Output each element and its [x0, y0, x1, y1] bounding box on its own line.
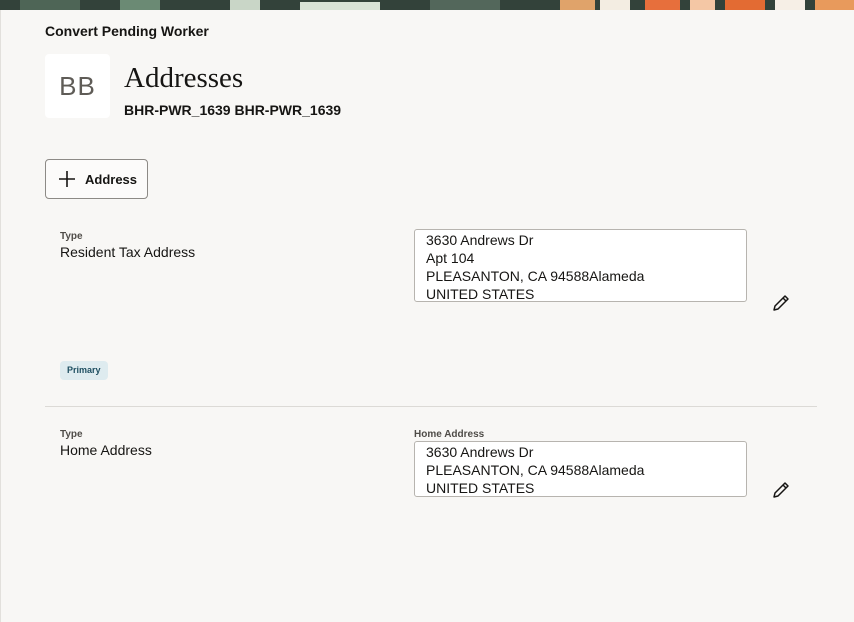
- pencil-icon: [771, 293, 791, 318]
- primary-badge: Primary: [60, 361, 108, 380]
- address-line: UNITED STATES: [426, 480, 535, 496]
- page-label: Convert Pending Worker: [45, 23, 209, 39]
- address-line: UNITED STATES: [426, 286, 535, 302]
- pencil-icon: [771, 480, 791, 505]
- type-value: Home Address: [60, 442, 152, 458]
- avatar: BB: [45, 54, 110, 118]
- address-display: 3630 Andrews Dr Apt 104 PLEASANTON, CA 9…: [414, 229, 747, 302]
- edit-address-button[interactable]: [770, 481, 792, 503]
- type-label: Type: [60, 429, 83, 440]
- address-line: 3630 Andrews Dr: [426, 232, 534, 248]
- left-edge: [0, 10, 1, 622]
- type-label: Type: [60, 231, 83, 242]
- page-subtitle: BHR-PWR_1639 BHR-PWR_1639: [124, 102, 342, 118]
- address-line: PLEASANTON, CA 94588Alameda: [426, 462, 645, 478]
- plus-icon: [57, 169, 77, 189]
- address-record: Type Home Address Home Address 3630 Andr…: [45, 427, 817, 517]
- add-address-label: Address: [85, 171, 138, 187]
- header-banner: [0, 0, 854, 10]
- home-address-label: Home Address: [414, 429, 485, 440]
- divider: [45, 406, 817, 407]
- address-line: Apt 104: [426, 250, 475, 266]
- add-address-button[interactable]: Address: [45, 159, 148, 199]
- address-display: 3630 Andrews Dr PLEASANTON, CA 94588Alam…: [414, 441, 747, 497]
- page-title: Addresses: [124, 62, 244, 94]
- address-line: PLEASANTON, CA 94588Alameda: [426, 268, 645, 284]
- address-line: 3630 Andrews Dr: [426, 444, 534, 460]
- edit-address-button[interactable]: [770, 294, 792, 316]
- address-record: Type Resident Tax Address 3630 Andrews D…: [45, 229, 817, 399]
- type-value: Resident Tax Address: [60, 244, 196, 260]
